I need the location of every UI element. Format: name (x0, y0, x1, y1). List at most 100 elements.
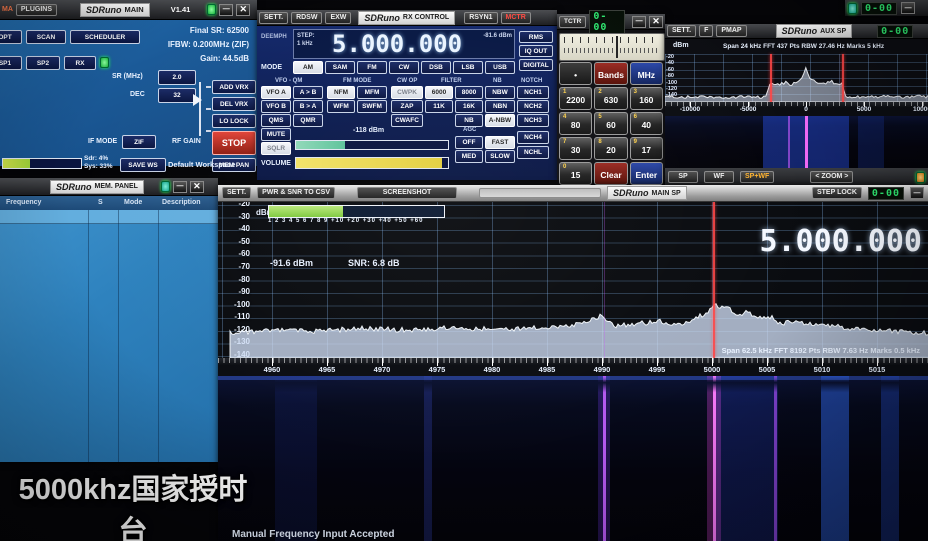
mode-usb-button[interactable]: USB (485, 61, 515, 74)
squelch-slider[interactable] (295, 140, 449, 150)
main-waterfall[interactable] (218, 376, 928, 541)
rsyn1-button[interactable]: RSYN1 (464, 12, 497, 24)
exw-button[interactable]: EXW (325, 12, 351, 24)
key-2200[interactable]: 12200 (559, 87, 592, 110)
frequency-display[interactable]: STEP: 1 kHz 5.000.000 -81.6 dBm (293, 29, 515, 59)
plugins-button[interactable]: PLUGINS (16, 4, 57, 16)
step-value[interactable]: 1 kHz (297, 41, 313, 47)
mem-close-button[interactable]: ✕ (190, 181, 204, 193)
vfo-b-button[interactable]: VFO B (261, 100, 291, 113)
key-17[interactable]: 917 (630, 137, 663, 160)
swfm-button[interactable]: SWFM (357, 100, 387, 113)
if-mode-value[interactable]: ZIF (122, 135, 156, 149)
rms-button[interactable]: RMS (519, 31, 553, 43)
key-60[interactable]: 560 (594, 112, 627, 135)
a-to-b-button[interactable]: A > B (293, 86, 323, 99)
wfm-button[interactable]: WFM (327, 100, 355, 113)
tctr-button[interactable]: TCTR (559, 16, 586, 28)
collapsed-minimize-button[interactable]: — (901, 2, 915, 14)
minimize-button[interactable]: — (219, 4, 233, 16)
mode-sam-button[interactable]: SAM (325, 61, 355, 74)
nch2-button[interactable]: NCH2 (517, 100, 549, 113)
rdsw-button[interactable]: RDSW (291, 12, 322, 24)
filter-16k-button[interactable]: 16K (455, 100, 483, 113)
mode-lsb-button[interactable]: LSB (453, 61, 483, 74)
agc-fast-button[interactable]: FAST (485, 136, 515, 149)
col-s[interactable]: S (98, 199, 103, 206)
aux-sett-button[interactable]: SETT. (667, 25, 696, 37)
sp1-button[interactable]: SP1 (0, 56, 22, 70)
mem-selected-row[interactable] (0, 210, 218, 224)
mctr-button[interactable]: MCTR (501, 12, 531, 24)
key-30[interactable]: 730 (559, 137, 592, 160)
main-spectrum[interactable]: -20-30-40-50-60-70-80-90-100-110-120-130… (218, 202, 928, 358)
nch3-button[interactable]: NCH3 (517, 114, 549, 127)
keypad-minimize-button[interactable]: — (632, 16, 646, 28)
sp2-button[interactable]: SP2 (26, 56, 60, 70)
sp-button[interactable]: SP (668, 171, 698, 183)
wf-button[interactable]: WF (704, 171, 734, 183)
cwpk-button[interactable]: CWPK (391, 86, 423, 99)
digital-button[interactable]: DIGITAL (519, 59, 553, 71)
filter-6000-button[interactable]: 6000 (425, 86, 453, 99)
key-160[interactable]: 3160 (630, 87, 663, 110)
key-15[interactable]: 015 (559, 162, 592, 185)
del-vrx-button[interactable]: DEL VRX (212, 97, 256, 111)
key-20[interactable]: 820 (594, 137, 627, 160)
tune-cursor[interactable] (713, 202, 715, 358)
dec-value-box[interactable]: 32 (158, 88, 196, 103)
aux-f-button[interactable]: F (699, 25, 713, 37)
sqlr-button[interactable]: SQLR (261, 142, 291, 155)
close-button[interactable]: ✕ (236, 4, 250, 16)
a-nbw-button[interactable]: A-NBW (485, 114, 515, 127)
volume-slider[interactable] (295, 157, 449, 169)
key-630[interactable]: 2630 (594, 87, 627, 110)
qms-button[interactable]: QMS (261, 114, 291, 127)
mute-button[interactable]: MUTE (261, 128, 291, 141)
nch4-button[interactable]: NCH4 (517, 131, 549, 144)
agc-slow-button[interactable]: SLOW (485, 150, 515, 163)
add-vrx-button[interactable]: ADD VRX (212, 80, 256, 94)
filter-8000-button[interactable]: 8000 (455, 86, 483, 99)
aux-spectrum[interactable]: -20-40-60-80-100-120-140 (665, 54, 928, 102)
col-mode[interactable]: Mode (124, 199, 142, 206)
key-mhz[interactable]: MHz (630, 62, 663, 85)
nbn-button[interactable]: NBN (485, 100, 515, 113)
mem-minimize-button[interactable]: — (173, 181, 187, 193)
mode-am-button[interactable]: AM (293, 61, 323, 74)
mfm-button[interactable]: MFM (357, 86, 387, 99)
mode-fm-button[interactable]: FM (357, 61, 387, 74)
filter-11k-button[interactable]: 11K (425, 100, 453, 113)
b-to-a-button[interactable]: B > A (293, 100, 323, 113)
key-80[interactable]: 480 (559, 112, 592, 135)
scan-button[interactable]: SCAN (26, 30, 66, 44)
rx-sett-button[interactable]: SETT. (259, 12, 288, 24)
key-bands[interactable]: Bands (594, 62, 627, 85)
agc-off-button[interactable]: OFF (455, 136, 483, 149)
opt-button[interactable]: OPT (0, 30, 22, 44)
rf-gain-slider[interactable] (199, 82, 201, 136)
mem-table-body[interactable] (0, 210, 218, 462)
rf-gain-slider-handle[interactable] (193, 94, 202, 106)
msp-minimize-button[interactable]: — (910, 187, 924, 199)
col-description[interactable]: Description (162, 199, 201, 206)
qmr-button[interactable]: QMR (293, 114, 323, 127)
save-ws-button[interactable]: SAVE WS (120, 158, 166, 172)
step-lock-button[interactable]: STEP LOCK (812, 187, 862, 199)
zoom-control[interactable]: < ZOOM > (810, 171, 853, 183)
cwafc-button[interactable]: CWAFC (391, 114, 423, 127)
frequency-value[interactable]: 5.000.000 (332, 30, 462, 58)
nchl-button[interactable]: NCHL (517, 146, 549, 159)
nb-button[interactable]: NB (455, 114, 483, 127)
iq-out-button[interactable]: IQ OUT (519, 45, 553, 57)
scheduler-button[interactable]: SCHEDULER (70, 30, 140, 44)
main-sp-x-axis[interactable]: 4960496549704975498049854990499550005005… (218, 358, 928, 376)
key-dot[interactable]: • (559, 62, 592, 85)
sp-wf-button[interactable]: SP+WF (740, 171, 774, 183)
msp-sett-button[interactable]: SETT. (222, 187, 251, 199)
sr-value-box[interactable]: 2.0 (158, 70, 196, 85)
nch1-button[interactable]: NCH1 (517, 86, 549, 99)
zap-button[interactable]: ZAP (391, 100, 423, 113)
agc-med-button[interactable]: MED (455, 150, 483, 163)
nfm-button[interactable]: NFM (327, 86, 355, 99)
